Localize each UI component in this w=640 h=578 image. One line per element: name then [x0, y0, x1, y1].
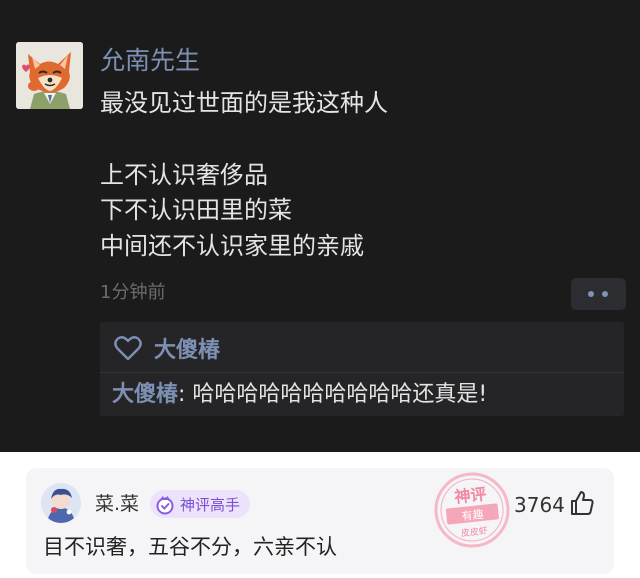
badge-label: 神评高手	[180, 495, 241, 514]
thumbs-up-icon[interactable]	[570, 490, 594, 516]
likes-comments-panel: 大傻椿 大傻椿: 哈哈哈哈哈哈哈哈哈哈还真是!	[100, 322, 624, 416]
heart-outline-icon	[114, 336, 142, 361]
user-avatar[interactable]	[41, 483, 81, 523]
dot-icon	[588, 291, 594, 297]
featured-comment-card: 菜.菜 神评高手 神评 有趣 皮皮虾 3764 目不识奢，五谷不分，六亲不认	[26, 468, 614, 574]
stamp-bottom-text: 皮皮虾	[460, 525, 488, 540]
comment-item[interactable]: 大傻椿: 哈哈哈哈哈哈哈哈哈哈还真是!	[112, 380, 487, 410]
crown-medal-icon	[156, 496, 174, 515]
author-name[interactable]: 允南先生	[100, 44, 200, 78]
funny-comment-stamp: 神评 有趣 皮皮虾	[434, 472, 510, 548]
liker-name[interactable]: 大傻椿	[154, 332, 220, 364]
post-line-4: 中间还不认识家里的亲戚	[100, 232, 364, 260]
anime-avatar-icon	[41, 483, 81, 523]
author-avatar[interactable]	[16, 42, 83, 109]
moment-post: 允南先生 最没见过世面的是我这种人 上不认识奢侈品 下不认识田里的菜 中间还不认…	[0, 0, 640, 452]
fox-avatar-icon	[16, 42, 83, 109]
stamp-top-text: 神评	[454, 484, 488, 506]
username[interactable]: 菜.菜	[95, 491, 139, 517]
comment-separator: :	[178, 382, 193, 407]
post-line-2: 上不认识奢侈品	[100, 161, 268, 189]
more-actions-button[interactable]	[571, 278, 626, 310]
dot-icon	[602, 291, 608, 297]
expert-badge: 神评高手	[150, 490, 251, 518]
card-comment-text: 目不识奢，五谷不分，六亲不认	[43, 535, 337, 559]
comment-text: 哈哈哈哈哈哈哈哈哈哈还真是!	[192, 382, 488, 407]
likes-row: 大傻椿	[114, 332, 220, 364]
divider	[100, 372, 624, 373]
post-line-1: 最没见过世面的是我这种人	[100, 89, 388, 117]
commenter-name[interactable]: 大傻椿	[112, 382, 178, 407]
post-timestamp: 1分钟前	[100, 282, 166, 303]
like-count: 3764	[514, 493, 565, 517]
post-line-3: 下不认识田里的菜	[100, 196, 292, 224]
stamp-middle-text: 有趣	[461, 507, 484, 523]
